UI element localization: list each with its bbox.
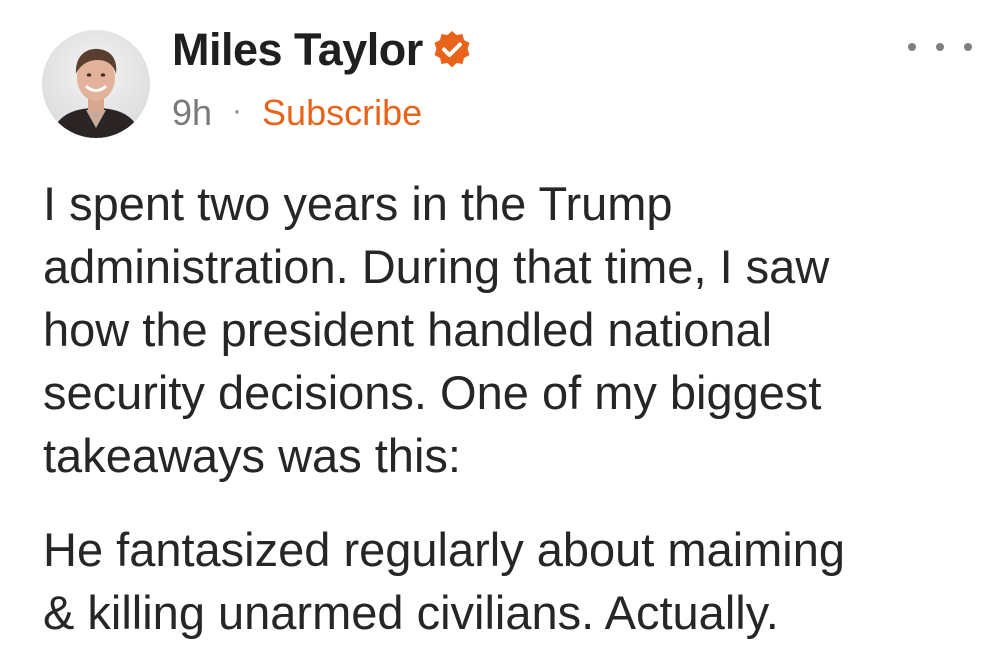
ellipsis-dot [908, 43, 916, 51]
post-text-line: I spent two years in the Trump [43, 177, 673, 230]
author-row: Miles Taylor [172, 22, 473, 78]
verified-check-icon [431, 29, 473, 71]
post-text-line: He fantasized regularly about maiming [43, 523, 846, 576]
ellipsis-icon[interactable] [908, 30, 972, 64]
post-text-line: administration. During that time, I saw [43, 240, 830, 293]
ellipsis-dot [964, 43, 972, 51]
avatar-photo [42, 30, 150, 138]
post-paragraph: I spent two years in the Trump administr… [43, 172, 963, 487]
post-time: 9h [172, 92, 213, 133]
subscribe-link[interactable]: Subscribe [262, 92, 422, 134]
meta-separator: · [232, 94, 243, 127]
author-name[interactable]: Miles Taylor [172, 24, 423, 76]
post-card: Miles Taylor 9h · Subscribe I spent two … [0, 0, 1000, 653]
post-text-line: & killing unarmed civilians. Actually. [43, 586, 779, 639]
post-paragraph: He fantasized regularly about maiming & … [43, 518, 963, 644]
post-text-line: takeaways was this: [43, 429, 461, 482]
post-meta: 9h · Subscribe [172, 88, 422, 138]
ellipsis-dot [936, 43, 944, 51]
avatar[interactable] [42, 30, 150, 138]
post-text-line: how the president handled national [43, 303, 773, 356]
post-text-line: security decisions. One of my biggest [43, 366, 822, 419]
